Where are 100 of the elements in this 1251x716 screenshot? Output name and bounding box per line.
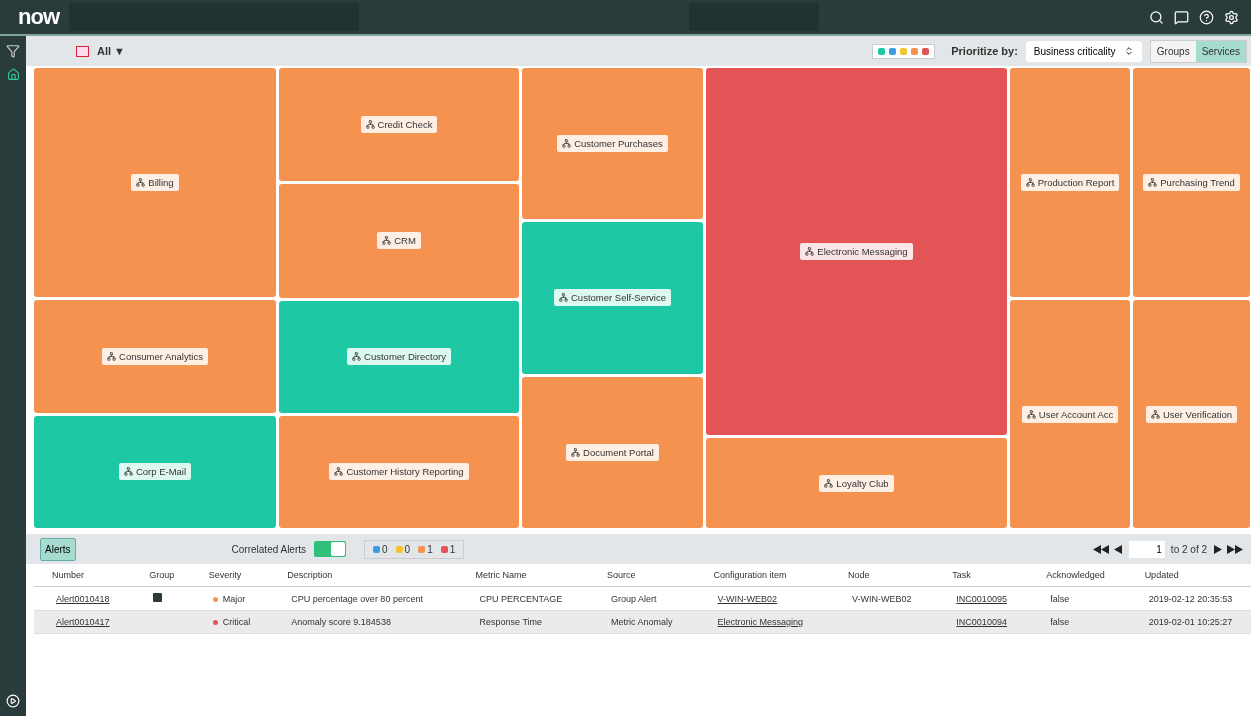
prioritize-select[interactable]: Business criticality [1025, 40, 1142, 62]
treemap-tile[interactable]: Production Report [1010, 68, 1130, 297]
severity-count: 0 [373, 543, 388, 555]
column-header[interactable]: Node [830, 564, 935, 587]
table-cell: CPU percentage over 80 percent [291, 593, 423, 604]
column-header[interactable]: Description [269, 564, 458, 587]
logo[interactable]: now [18, 4, 59, 30]
column-header[interactable]: Configuration item [695, 564, 831, 587]
table-cell: Anomaly score 9.184538 [291, 617, 391, 627]
hierarchy-icon [805, 247, 815, 257]
table-cell: Response Time [479, 617, 543, 627]
treemap-tile[interactable]: CRM [279, 184, 519, 298]
sort-arrows-icon [1123, 45, 1134, 56]
column-header[interactable]: Source [588, 564, 696, 587]
alert-link[interactable]: Alert0010418 [56, 593, 110, 604]
treemap-tile[interactable]: Customer History Reporting [279, 415, 519, 528]
help-icon[interactable] [1199, 9, 1214, 25]
treemap-tile[interactable]: Billing [34, 68, 276, 297]
home-icon[interactable] [6, 68, 20, 81]
correlated-label: Correlated Alerts [231, 543, 307, 555]
task-link[interactable]: INC0010094 [956, 617, 1007, 627]
hierarchy-icon [1148, 178, 1158, 187]
treemap-tile[interactable]: User Verification [1133, 300, 1250, 528]
hierarchy-icon [571, 447, 581, 457]
table-cell: Group Alert [610, 593, 657, 604]
first-prev-icon[interactable] [1092, 544, 1123, 554]
treemap-tile[interactable]: Customer Purchases [522, 68, 703, 220]
task-link[interactable]: INC0010095 [956, 593, 1007, 604]
treemap-tile[interactable]: Customer Self-Service [522, 222, 703, 374]
hierarchy-icon [559, 293, 568, 303]
severity-text: Critical [212, 617, 251, 627]
hierarchy-icon [123, 467, 133, 477]
service-name: Consumer Analytics [119, 350, 203, 362]
treemap-tile[interactable]: Electronic Messaging [706, 68, 1007, 436]
column-header[interactable]: Updated [1126, 564, 1251, 587]
treemap-tile[interactable]: Loyalty Club [706, 438, 1007, 528]
view-toggle[interactable]: Services [1195, 40, 1246, 62]
treemap-tile[interactable]: User Account Acc [1010, 300, 1130, 528]
treemap-tile[interactable]: Credit Check [279, 68, 519, 182]
treemap-tile[interactable]: Corp E-Mail [34, 415, 276, 528]
service-name: CRM [394, 235, 416, 247]
column-header[interactable]: Metric Name [457, 564, 589, 587]
settings-icon[interactable] [1224, 9, 1239, 25]
service-name: Corp E-Mail [135, 466, 187, 478]
service-name: Purchasing Trend [1160, 177, 1235, 188]
column-header[interactable]: Severity [190, 564, 270, 587]
treemap-tile[interactable]: Consumer Analytics [34, 300, 276, 413]
column-header[interactable]: Group [131, 564, 191, 587]
table-cell: CPU PERCENTAGE [479, 593, 563, 604]
service-name: Customer Self-Service [571, 292, 666, 304]
ci-link[interactable]: V-WIN-WEB02 [717, 593, 778, 604]
correlated-switch[interactable] [314, 541, 347, 557]
chat-icon[interactable] [1174, 9, 1189, 25]
service-name: User Verification [1162, 408, 1233, 420]
folder-icon [76, 45, 89, 57]
alerts-tab[interactable]: Alerts [40, 537, 76, 561]
service-name: Customer Directory [364, 351, 446, 363]
service-name: Credit Check [377, 119, 433, 131]
play-icon[interactable] [6, 694, 20, 708]
page-count: to 2 of 2 [1170, 543, 1207, 555]
hierarchy-icon [107, 351, 116, 361]
search-icon[interactable] [1149, 9, 1164, 25]
service-name: Billing [148, 177, 174, 188]
column-header[interactable]: Acknowledged [1028, 564, 1127, 587]
service-name: Customer Purchases [574, 138, 663, 150]
severity-count: 1 [418, 543, 433, 555]
prioritize-label: Prioritize by: [951, 45, 1018, 57]
service-name: User Account Acc [1038, 408, 1114, 420]
page-field[interactable]: 1 [1128, 540, 1165, 558]
service-name: Document Portal [583, 446, 654, 458]
treemap-tile[interactable]: Document Portal [522, 376, 703, 528]
filter-icon[interactable] [6, 44, 20, 58]
table-cell: Metric Anomaly [610, 617, 673, 627]
hierarchy-icon [365, 120, 375, 130]
hierarchy-icon [1026, 409, 1036, 419]
hierarchy-icon [1150, 409, 1160, 419]
table-cell: 2019-02-12 20:35:53 [1148, 593, 1233, 604]
ci-link[interactable]: Electronic Messaging [717, 617, 804, 627]
table-cell: 2019-02-01 10:25:27 [1148, 617, 1233, 627]
table-cell: false [1050, 593, 1070, 604]
column-header[interactable]: Task [934, 564, 1029, 587]
alert-link[interactable]: Alert0010417 [56, 617, 110, 627]
service-name: Customer History Reporting [346, 466, 464, 478]
treemap-tile[interactable]: Customer Directory [279, 300, 519, 413]
hierarchy-icon [136, 178, 146, 187]
column-header[interactable]: Number [34, 564, 132, 587]
service-name: Production Report [1037, 177, 1115, 188]
hierarchy-icon [562, 139, 572, 149]
hierarchy-icon [352, 352, 362, 362]
hierarchy-icon [334, 467, 344, 477]
hierarchy-icon [824, 478, 834, 488]
service-name: Electronic Messaging [817, 246, 908, 258]
hierarchy-icon [382, 236, 392, 246]
table-cell: V-WIN-WEB02 [852, 593, 912, 604]
severity-count: 1 [440, 543, 456, 555]
treemap-tile[interactable]: Purchasing Trend [1133, 68, 1250, 297]
severity-text: Major [212, 593, 246, 604]
filter-dropdown[interactable]: All ▼ [97, 45, 125, 57]
next-last-icon[interactable] [1213, 544, 1243, 554]
table-cell: false [1050, 617, 1070, 627]
